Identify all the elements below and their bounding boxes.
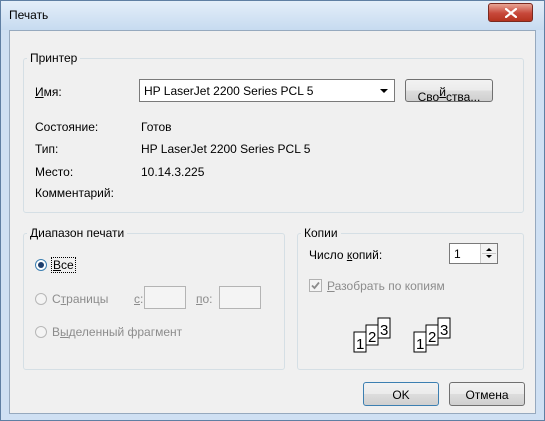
- close-button[interactable]: [488, 3, 533, 22]
- collate-label: Разобрать по копиям: [327, 279, 445, 293]
- collate-stack-1: 1 2 3: [353, 317, 391, 353]
- collate-digit: 3: [380, 322, 388, 339]
- collate-stack-2: 1 2 3: [413, 317, 451, 353]
- to-label: по:: [196, 292, 213, 306]
- collate-digit: 1: [416, 336, 424, 353]
- cancel-button[interactable]: Отмена: [449, 382, 525, 406]
- collate-digit: 3: [440, 322, 448, 339]
- dialog-title: Печать: [9, 8, 49, 22]
- all-pages-radio[interactable]: [35, 259, 47, 271]
- from-page-input[interactable]: [144, 286, 186, 309]
- location-label: Место:: [35, 165, 74, 179]
- ok-button-label: OK: [392, 388, 410, 402]
- collate-digit: 1: [356, 336, 364, 353]
- checkmark-icon: [311, 281, 320, 290]
- properties-button-label: Свойства...: [417, 85, 481, 104]
- printer-name-label: Имя:: [35, 85, 62, 99]
- copies-group-label: Копии: [301, 226, 341, 240]
- printer-name-select[interactable]: HP LaserJet 2200 Series PCL 5: [139, 79, 395, 102]
- ok-button[interactable]: OK: [363, 382, 439, 406]
- location-value: 10.14.3.225: [141, 165, 205, 179]
- pages-radio[interactable]: [35, 293, 47, 305]
- up-down-arrows-icon: [482, 248, 496, 258]
- printer-group: Принтер Имя: HP LaserJet 2200 Series PCL…: [23, 51, 524, 213]
- print-range-group-label: Диапазон печати: [27, 226, 128, 240]
- selection-radio[interactable]: [35, 326, 47, 338]
- all-pages-label[interactable]: Все: [51, 257, 76, 273]
- copies-count-stepper[interactable]: 1: [449, 243, 498, 264]
- printer-name-value: HP LaserJet 2200 Series PCL 5: [144, 84, 314, 98]
- properties-button[interactable]: Свойства...: [405, 79, 493, 104]
- cancel-button-label: Отмена: [465, 388, 509, 402]
- comment-label: Комментарий:: [35, 186, 114, 200]
- copies-count-label: Число копий:: [309, 248, 383, 262]
- selection-label: Выделенный фрагмент: [52, 325, 183, 339]
- collate-digit: 2: [368, 329, 376, 346]
- title-bar[interactable]: Печать: [1, 1, 544, 30]
- print-dialog: Печать Принтер Имя: HP LaserJet 2200 Ser…: [0, 0, 545, 421]
- type-label: Тип:: [35, 142, 59, 156]
- to-page-input[interactable]: [219, 286, 261, 309]
- pages-label: Страницы: [52, 292, 109, 306]
- printer-group-label: Принтер: [27, 51, 81, 65]
- type-value: HP LaserJet 2200 Series PCL 5: [141, 142, 311, 156]
- status-label: Состояние:: [35, 120, 99, 134]
- collate-digit: 2: [428, 329, 436, 346]
- close-icon: [505, 8, 517, 18]
- chevron-down-icon: [380, 89, 388, 93]
- dialog-body: Принтер Имя: HP LaserJet 2200 Series PCL…: [9, 30, 536, 414]
- stepper-buttons[interactable]: [480, 244, 497, 263]
- print-range-group: Диапазон печати Все Страницы с: по: Выде…: [23, 226, 285, 370]
- copies-group: Копии Число копий: 1 Разобрать по копиям: [297, 226, 524, 370]
- from-label: с:: [134, 292, 144, 306]
- status-value: Готов: [141, 120, 172, 134]
- collate-checkbox[interactable]: [309, 279, 322, 292]
- copies-count-value: 1: [454, 247, 461, 261]
- collate-illustration-icon: 1 2 3 1 2 3: [353, 317, 451, 353]
